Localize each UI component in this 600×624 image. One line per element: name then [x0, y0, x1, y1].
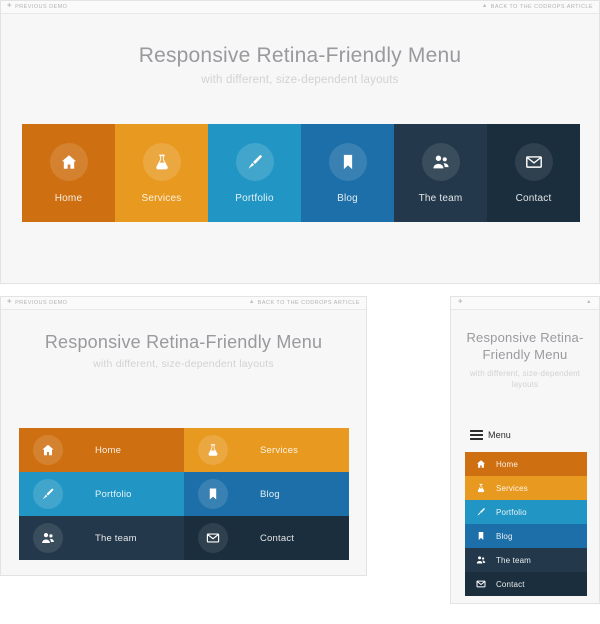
envelope-icon [198, 523, 228, 553]
mobile-preview-panel: ✚ ▲ Responsive Retina-Friendly Menu with… [450, 296, 600, 604]
flask-icon [142, 142, 181, 181]
menu-item-home[interactable]: Home [465, 452, 587, 476]
tablet-menu: Home Services Portfolio Blog The team Co… [19, 428, 349, 560]
previous-demo-link[interactable]: ✚ PREVIOUS DEMO [7, 4, 67, 10]
menu-item-label: Services [141, 192, 182, 204]
menu-item-label: Home [54, 192, 83, 204]
mobile-menu-toggle[interactable]: Menu [470, 430, 511, 440]
menu-item-services[interactable]: Services [115, 124, 208, 222]
topbar: ✚ ▲ [451, 297, 599, 310]
hero-tablet: Responsive Retina-Friendly Menu with dif… [1, 310, 366, 370]
menu-item-contact[interactable]: Contact [184, 516, 349, 560]
flask-icon [474, 483, 488, 493]
previous-demo-label: PREVIOUS DEMO [15, 4, 68, 10]
envelope-icon [514, 142, 553, 181]
menu-item-label: The team [496, 555, 531, 565]
menu-item-the-team[interactable]: The team [394, 124, 487, 222]
page-subtitle: with different, size-dependent layouts [201, 74, 399, 86]
brush-icon [33, 479, 63, 509]
bookmark-icon [474, 531, 488, 541]
page-subtitle: with different, size-dependent layouts [469, 369, 581, 390]
menu-item-blog[interactable]: Blog [184, 472, 349, 516]
menu-item-label: Portfolio [496, 507, 527, 517]
menu-item-the-team[interactable]: The team [465, 548, 587, 572]
hero-desktop: Responsive Retina-Friendly Menu with dif… [1, 14, 599, 86]
arrow-left-icon: ✚ [7, 299, 13, 306]
menu-item-label: Portfolio [235, 192, 274, 204]
arrow-up-icon: ▲ [248, 299, 255, 306]
menu-item-blog[interactable]: Blog [301, 124, 394, 222]
topbar: ✚ PREVIOUS DEMO ▲ BACK TO THE CODROPS AR… [1, 1, 599, 14]
back-to-article-label: BACK TO THE CODROPS ARTICLE [257, 300, 360, 306]
bookmark-icon [198, 479, 228, 509]
brush-icon [235, 142, 274, 181]
envelope-icon [474, 579, 488, 589]
menu-item-portfolio[interactable]: Portfolio [208, 124, 301, 222]
page-title: Responsive Retina-Friendly Menu [44, 332, 323, 352]
users-icon [33, 523, 63, 553]
home-icon [33, 435, 63, 465]
desktop-menu: Home Services Portfolio Blog The team Co… [22, 124, 580, 222]
previous-demo-link[interactable]: ✚ PREVIOUS DEMO [7, 300, 67, 306]
users-icon [474, 555, 488, 565]
arrow-left-icon: ✚ [7, 3, 13, 10]
menu-item-label: Contact [260, 532, 295, 544]
page-subtitle: with different, size-dependent layouts [93, 358, 274, 370]
menu-item-label: Contact [515, 192, 552, 204]
desktop-preview-panel: ✚ PREVIOUS DEMO ▲ BACK TO THE CODROPS AR… [0, 0, 600, 284]
menu-item-label: Blog [496, 531, 513, 541]
menu-item-label: The team [418, 192, 463, 204]
back-to-article-link[interactable]: ▲ BACK TO THE CODROPS ARTICLE [482, 4, 593, 10]
screenshot-stage: ✚ PREVIOUS DEMO ▲ BACK TO THE CODROPS AR… [0, 0, 600, 624]
arrow-left-icon: ✚ [458, 299, 464, 306]
menu-item-blog[interactable]: Blog [465, 524, 587, 548]
bookmark-icon [328, 142, 367, 181]
brush-icon [474, 507, 488, 517]
hero-mobile: Responsive Retina-Friendly Menu with dif… [451, 310, 599, 391]
home-icon [49, 142, 88, 181]
menu-item-label: Blog [337, 192, 358, 204]
menu-item-home[interactable]: Home [22, 124, 115, 222]
menu-item-contact[interactable]: Contact [487, 124, 580, 222]
page-title: Responsive Retina-Friendly Menu [138, 44, 462, 67]
previous-demo-label: PREVIOUS DEMO [15, 300, 68, 306]
flask-icon [198, 435, 228, 465]
menu-item-label: Portfolio [95, 488, 132, 500]
users-icon [421, 142, 460, 181]
arrow-up-icon: ▲ [481, 3, 488, 10]
menu-item-home[interactable]: Home [19, 428, 184, 472]
back-to-article-label: BACK TO THE CODROPS ARTICLE [490, 4, 593, 10]
arrow-up-icon: ▲ [586, 299, 592, 306]
menu-item-services[interactable]: Services [465, 476, 587, 500]
topbar: ✚ PREVIOUS DEMO ▲ BACK TO THE CODROPS AR… [1, 297, 366, 310]
menu-item-portfolio[interactable]: Portfolio [465, 500, 587, 524]
back-to-article-link[interactable]: ▲ BACK TO THE CODROPS ARTICLE [249, 300, 360, 306]
menu-item-label: Services [260, 444, 299, 456]
menu-item-contact[interactable]: Contact [465, 572, 587, 596]
home-icon [474, 459, 488, 469]
menu-item-label: Home [95, 444, 122, 456]
menu-item-services[interactable]: Services [184, 428, 349, 472]
page-title: Responsive Retina-Friendly Menu [466, 330, 584, 362]
mobile-menu-toggle-label: Menu [488, 430, 511, 440]
menu-item-label: Home [496, 459, 518, 469]
menu-item-portfolio[interactable]: Portfolio [19, 472, 184, 516]
mobile-menu: Home Services Portfolio Blog The team Co… [465, 452, 587, 596]
back-to-article-link[interactable]: ▲ [586, 300, 592, 306]
menu-item-label: Blog [260, 488, 280, 500]
menu-item-label: Contact [496, 579, 525, 589]
previous-demo-link[interactable]: ✚ [458, 300, 463, 306]
menu-item-the-team[interactable]: The team [19, 516, 184, 560]
hamburger-icon [470, 430, 483, 440]
menu-item-label: Services [496, 483, 528, 493]
menu-item-label: The team [95, 532, 137, 544]
tablet-preview-panel: ✚ PREVIOUS DEMO ▲ BACK TO THE CODROPS AR… [0, 296, 367, 576]
